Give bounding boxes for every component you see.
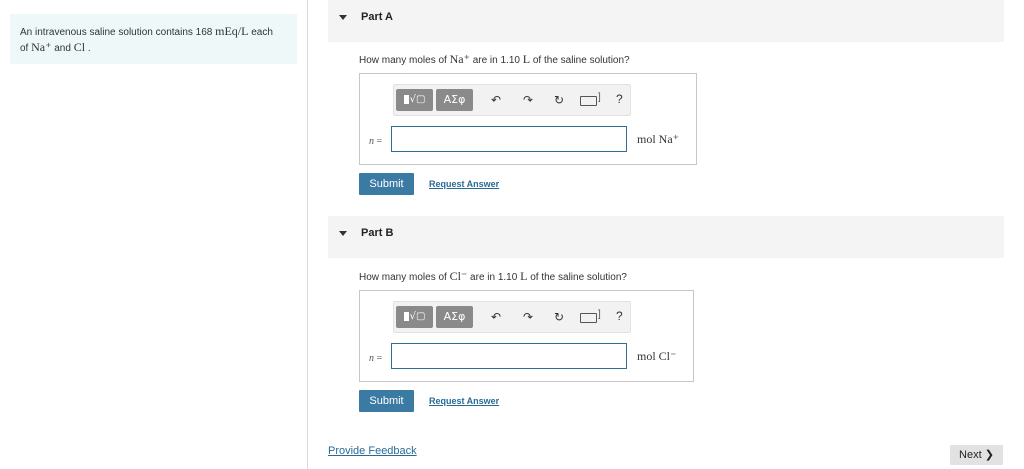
question-ion: Na⁺ [449, 52, 470, 66]
part-a-answer-input[interactable] [391, 126, 627, 152]
part-b-unit: mol Cl⁻ [637, 349, 677, 363]
intro-ion-cl: Cl [73, 40, 86, 54]
symbols-button[interactable]: ΑΣφ [436, 306, 473, 328]
question-unit: L [520, 269, 528, 283]
chevron-right-icon: ❯ [984, 449, 994, 461]
next-button[interactable]: Next ❯ [950, 445, 1003, 465]
help-icon[interactable]: ? [616, 92, 623, 106]
question-text: are in 1.10 [472, 55, 520, 66]
part-a-submit-button[interactable]: Submit [359, 173, 414, 195]
part-b-answer-box: √▢ ΑΣφ ↶ ↷ ↻ ] ? n = mol Cl⁻ [359, 290, 694, 382]
template-square-icon [403, 94, 409, 104]
question-text: of the saline solution? [532, 55, 630, 66]
help-icon[interactable]: ? [616, 309, 623, 323]
part-b-header[interactable]: Part B [328, 216, 1004, 258]
reset-icon[interactable]: ↻ [551, 309, 567, 325]
part-b-answer-input[interactable] [391, 343, 627, 369]
templates-label: √▢ [409, 311, 426, 322]
question-text: How many moles of [359, 55, 447, 66]
question-text: of the saline solution? [530, 272, 627, 283]
intro-text-4: and [54, 43, 71, 54]
collapse-triangle-icon[interactable] [339, 15, 347, 20]
math-toolbar: √▢ ΑΣφ ↶ ↷ ↻ ] ? [393, 301, 631, 333]
intro-concentration-unit: mEq/L [215, 24, 249, 38]
math-toolbar: √▢ ΑΣφ ↶ ↷ ↻ ] ? [393, 84, 631, 116]
intro-ion-na: Na⁺ [31, 40, 52, 54]
collapse-triangle-icon[interactable] [339, 231, 347, 236]
keyboard-icon[interactable] [580, 313, 597, 323]
part-a-unit: mol Na⁺ [637, 132, 679, 146]
problem-intro-panel: An intravenous saline solution contains … [10, 14, 297, 64]
question-ion: Cl⁻ [449, 269, 468, 283]
keyboard-icon[interactable] [580, 96, 597, 106]
intro-text-3: of [20, 43, 29, 54]
problem-intro-text: An intravenous saline solution contains … [20, 24, 290, 56]
templates-button[interactable]: √▢ [396, 89, 433, 111]
next-label: Next [959, 449, 982, 461]
intro-text-5: . [87, 43, 91, 54]
reset-icon[interactable]: ↻ [551, 92, 567, 108]
undo-icon[interactable]: ↶ [488, 309, 504, 325]
equals-sign: = [376, 136, 383, 147]
keyboard-bracket: ] [598, 309, 601, 320]
n-variable: n [369, 353, 374, 364]
templates-button[interactable]: √▢ [396, 306, 433, 328]
intro-text-2: each [251, 27, 273, 38]
part-b-title: Part B [361, 227, 394, 239]
symbols-button[interactable]: ΑΣφ [436, 89, 473, 111]
question-text: are in 1.10 [470, 272, 518, 283]
question-text: How many moles of [359, 272, 447, 283]
part-a-answer-box: √▢ ΑΣφ ↶ ↷ ↻ ] ? n = mol Na⁺ [359, 73, 697, 165]
part-b-submit-button[interactable]: Submit [359, 390, 414, 412]
provide-feedback-link[interactable]: Provide Feedback [328, 445, 417, 457]
column-divider [307, 0, 308, 469]
template-square-icon [403, 311, 409, 321]
intro-text-1: An intravenous saline solution contains … [20, 27, 213, 38]
n-variable: n [369, 136, 374, 147]
part-a-title: Part A [361, 11, 393, 23]
part-a-header[interactable]: Part A [328, 0, 1004, 42]
undo-icon[interactable]: ↶ [488, 92, 504, 108]
part-a-request-answer-link[interactable]: Request Answer [429, 179, 499, 189]
redo-icon[interactable]: ↷ [520, 309, 536, 325]
redo-icon[interactable]: ↷ [520, 92, 536, 108]
part-b-request-answer-link[interactable]: Request Answer [429, 396, 499, 406]
part-b-question: How many moles of Cl⁻ are in 1.10 L of t… [359, 269, 627, 284]
part-a-question: How many moles of Na⁺ are in 1.10 L of t… [359, 52, 630, 67]
equals-sign: = [376, 353, 383, 364]
n-label: n = [369, 136, 382, 147]
templates-label: √▢ [409, 94, 426, 105]
n-label: n = [369, 353, 382, 364]
question-unit: L [522, 52, 531, 66]
keyboard-bracket: ] [598, 92, 601, 103]
